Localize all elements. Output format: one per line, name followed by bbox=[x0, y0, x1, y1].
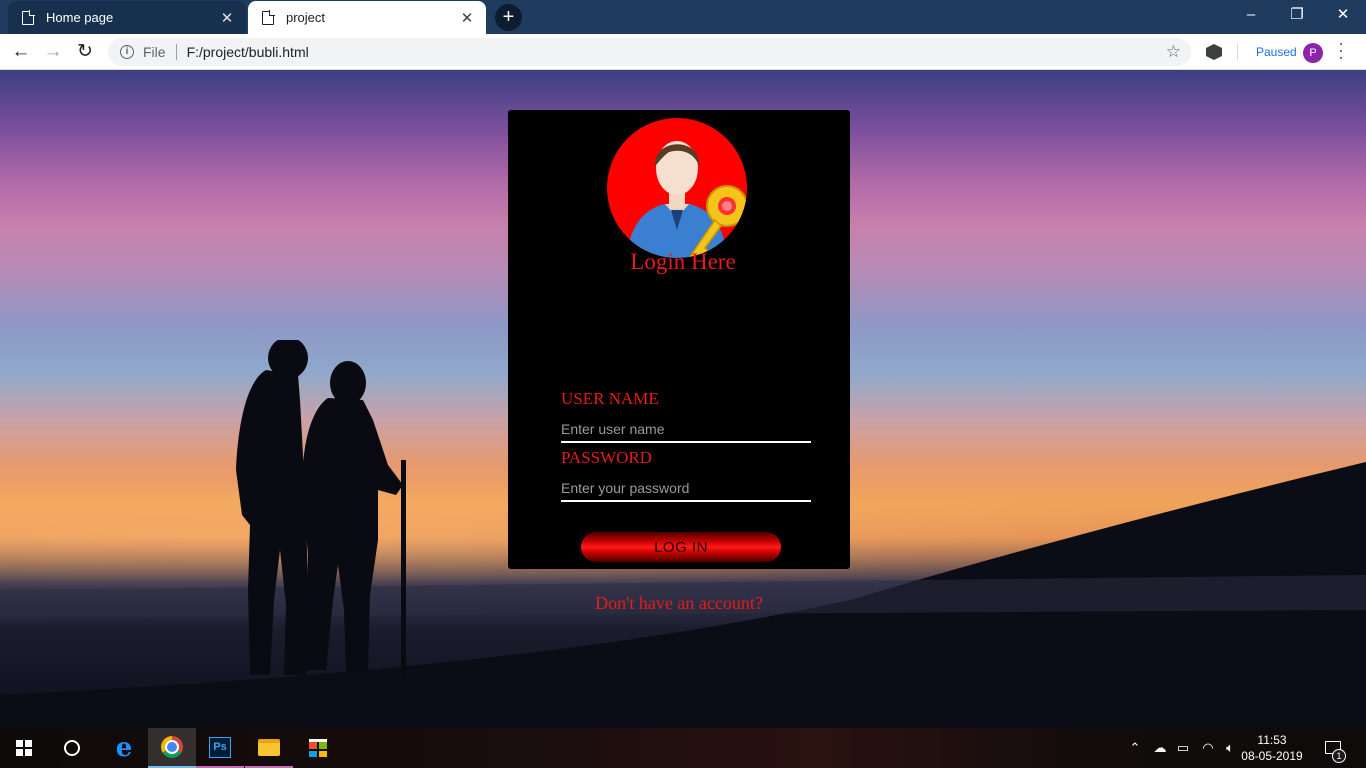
login-button[interactable]: LOG IN bbox=[581, 532, 781, 562]
window-close-icon[interactable]: ✕ bbox=[1320, 0, 1366, 30]
clock-date: 08-05-2019 bbox=[1241, 749, 1303, 763]
username-label: USER NAME bbox=[561, 389, 659, 408]
store-icon[interactable] bbox=[294, 728, 342, 768]
forward-icon[interactable]: → bbox=[38, 37, 68, 67]
photoshop-icon[interactable]: Ps bbox=[196, 728, 244, 768]
volume-icon[interactable]: 🔈︎ bbox=[1220, 728, 1240, 768]
file-explorer-icon[interactable] bbox=[245, 728, 293, 768]
address-scheme: File bbox=[143, 44, 166, 60]
hikers-silhouette bbox=[236, 340, 406, 675]
back-icon[interactable]: ← bbox=[6, 37, 36, 67]
address-bar[interactable]: i File F:/project/bubli.html ☆ bbox=[108, 38, 1191, 66]
page-icon bbox=[22, 9, 35, 25]
info-icon[interactable]: i bbox=[120, 45, 134, 59]
profile-status[interactable]: Paused bbox=[1256, 45, 1297, 59]
edge-icon[interactable]: e bbox=[100, 728, 148, 768]
new-tab-button[interactable]: + bbox=[495, 4, 522, 31]
signup-link[interactable]: Don't have an account? bbox=[508, 593, 850, 614]
toolbar-divider bbox=[1237, 43, 1238, 61]
onedrive-cloud-icon[interactable]: ☁ bbox=[1150, 728, 1170, 768]
wifi-icon[interactable]: ◠ bbox=[1198, 728, 1218, 768]
notification-count-badge: 1 bbox=[1332, 749, 1346, 763]
photoshop-icon-label: Ps bbox=[209, 736, 231, 758]
show-hidden-icons-icon[interactable]: ⌃ bbox=[1126, 728, 1144, 768]
user-key-avatar-icon bbox=[607, 118, 747, 258]
address-url[interactable]: F:/project/bubli.html bbox=[187, 44, 1166, 60]
browser-tab-strip: Home page ✕ project ✕ + – ❐ ✕ bbox=[0, 0, 1366, 34]
taskbar-clock[interactable]: 11:53 08-05-2019 bbox=[1240, 732, 1304, 764]
profile-avatar[interactable]: P bbox=[1303, 43, 1323, 63]
windows-taskbar: e Ps ⌃ ☁ ▭ ◠ 🔈︎ bbox=[0, 728, 1366, 768]
tab-close-icon[interactable]: ✕ bbox=[458, 9, 476, 27]
login-title: Login Here bbox=[630, 249, 736, 274]
reload-icon[interactable]: ↻ bbox=[70, 37, 100, 67]
start-icon[interactable] bbox=[0, 728, 48, 768]
browser-menu-icon[interactable]: · · · bbox=[1334, 34, 1348, 66]
battery-icon[interactable]: ▭ bbox=[1174, 728, 1192, 768]
cortana-icon[interactable] bbox=[48, 728, 96, 768]
address-separator bbox=[175, 44, 177, 60]
browser-toolbar: ← → ↻ i File F:/project/bubli.html ☆ bbox=[0, 34, 1366, 70]
tab-close-icon[interactable]: ✕ bbox=[218, 9, 236, 27]
password-label: PASSWORD bbox=[561, 448, 653, 467]
tab-home-page[interactable]: Home page ✕ bbox=[8, 1, 246, 34]
username-input[interactable] bbox=[561, 417, 811, 443]
tab-label: project bbox=[286, 10, 326, 25]
minimize-icon[interactable]: – bbox=[1228, 0, 1274, 30]
page-icon bbox=[262, 9, 275, 25]
tab-project[interactable]: project ✕ bbox=[248, 1, 486, 34]
clock-time: 11:53 bbox=[1257, 733, 1287, 747]
restore-icon[interactable]: ❐ bbox=[1274, 0, 1320, 30]
bookmark-star-icon[interactable]: ☆ bbox=[1166, 42, 1181, 62]
chrome-icon[interactable] bbox=[148, 728, 196, 768]
tab-label: Home page bbox=[46, 10, 114, 25]
password-input[interactable] bbox=[561, 476, 811, 502]
